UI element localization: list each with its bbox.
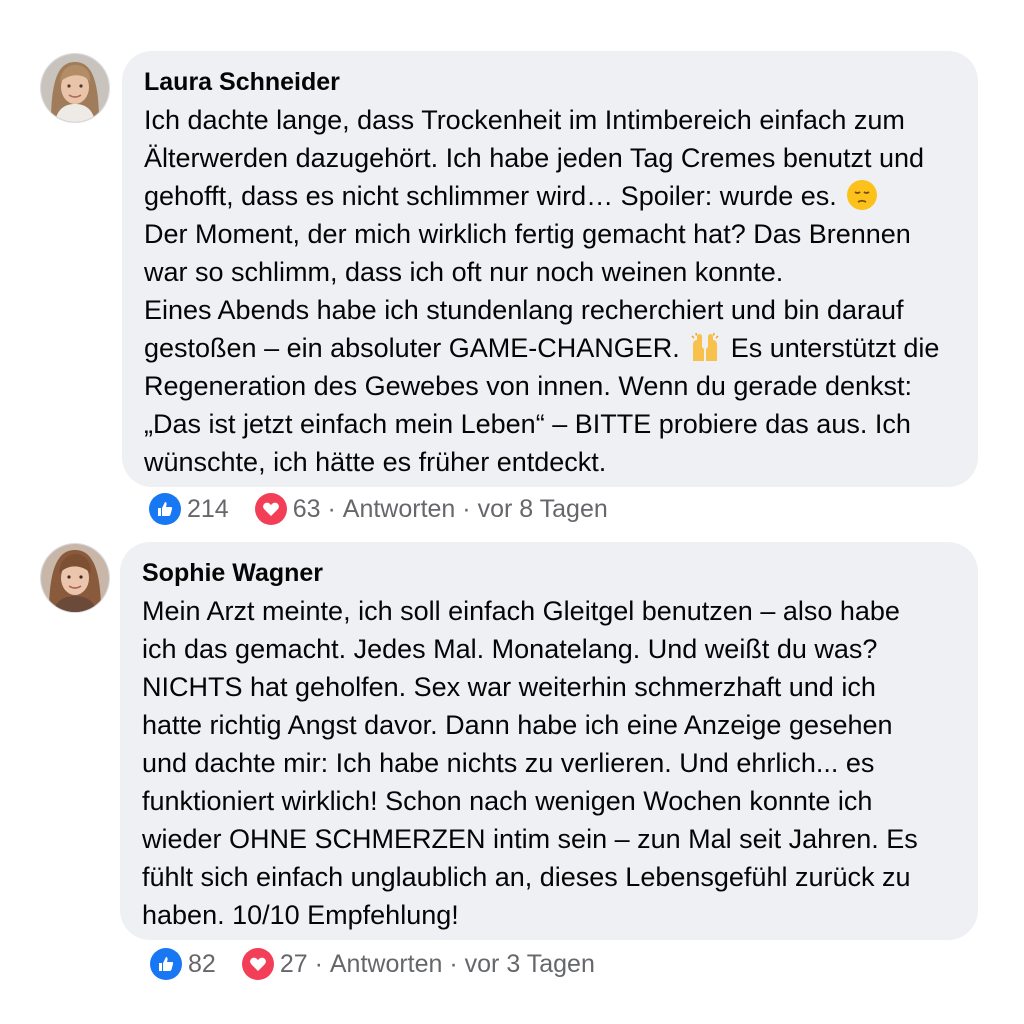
comment-text-line: Der Moment, der mich wirklich fertig gem…	[144, 219, 911, 249]
comment-meta: 214 63 · Antworten · vor 8 Tagen	[149, 492, 608, 526]
timestamp[interactable]: vor 3 Tagen	[465, 950, 595, 979]
comment-text-segment: Es unterstützt die	[730, 333, 940, 363]
meta-separator: ·	[327, 494, 336, 523]
avatar[interactable]	[41, 54, 109, 122]
comment-text-segment: gehofft, dass es nicht schlimmer wird… S…	[144, 181, 837, 211]
heart-count: 27	[279, 949, 308, 978]
avatar-sophie-icon	[41, 544, 109, 612]
comment-text-line: funktioniert wirklich! Schon nach wenige…	[142, 786, 873, 816]
heart-icon[interactable]	[241, 948, 274, 980]
comment-bubble: Laura Schneider Ich dachte lange, dass T…	[122, 51, 978, 487]
comment-text-line: gestoßen – ein absoluter GAME-CHANGER. E…	[144, 329, 958, 367]
pensive-face-icon	[846, 179, 878, 211]
like-count: 82	[188, 949, 216, 978]
reply-link[interactable]: Antworten	[330, 950, 443, 979]
comment-text-line: Älterwerden dazugehört. Ich habe jeden T…	[144, 143, 925, 173]
like-icon[interactable]	[149, 493, 181, 525]
comment-text-line: Regeneration des Gewebes von innen. Wenn…	[144, 371, 913, 401]
avatar-laura-icon	[41, 54, 109, 122]
comment-text-line: hatte richtig Angst davor. Dann habe ich…	[142, 710, 893, 740]
comment-text-line: Mein Arzt meinte, ich soll einfach Gleit…	[142, 596, 900, 626]
comment-text-line: war so schlimm, dass ich oft nur noch we…	[144, 257, 784, 287]
comment-text-segment: gestoßen – ein absoluter GAME-CHANGER.	[144, 333, 680, 363]
comment-text-line: Ich dachte lange, dass Trockenheit im In…	[144, 105, 905, 135]
comment-bubble: Sophie Wagner Mein Arzt meinte, ich soll…	[120, 542, 978, 940]
heart-icon[interactable]	[254, 493, 287, 525]
reply-link[interactable]: Antworten	[343, 495, 456, 524]
like-icon[interactable]	[150, 948, 182, 980]
like-count: 214	[187, 494, 229, 523]
avatar[interactable]	[41, 544, 109, 612]
comment-text-line: wünschte, ich hätte es früher entdeckt.	[144, 447, 607, 477]
comment-meta: 82 27 · Antworten · vor 3 Tagen	[150, 947, 595, 981]
comment-text-line: „Das ist jetzt einfach mein Leben“ – BIT…	[144, 409, 911, 439]
comment-text-line: haben. 10/10 Empfehlung!	[142, 900, 459, 930]
comment-text-line: ich das gemacht. Jedes Mal. Monatelang. …	[142, 634, 878, 664]
comment-text-line: Eines Abends habe ich stundenlang recher…	[144, 295, 904, 325]
meta-separator: ·	[314, 949, 323, 978]
timestamp[interactable]: vor 8 Tagen	[478, 495, 608, 524]
comment-text-line: fühlt sich einfach unglaublich an, diese…	[142, 862, 911, 892]
comment-text-line: und dachte mir: Ich habe nichts zu verli…	[142, 748, 875, 778]
comment-text-line: wieder OHNE SCHMERZEN intim sein – zun M…	[142, 824, 918, 854]
comment-text-line: gehofft, dass es nicht schlimmer wird… S…	[144, 177, 958, 215]
meta-separator: ·	[449, 949, 458, 978]
comment-author[interactable]: Laura Schneider	[144, 67, 958, 97]
heart-count: 63	[292, 494, 321, 523]
raising-hands-icon	[689, 331, 721, 363]
meta-separator: ·	[462, 494, 471, 523]
comment-author[interactable]: Sophie Wagner	[142, 558, 958, 588]
comment-text-line: NICHTS hat geholfen. Sex war weiterhin s…	[142, 672, 876, 702]
